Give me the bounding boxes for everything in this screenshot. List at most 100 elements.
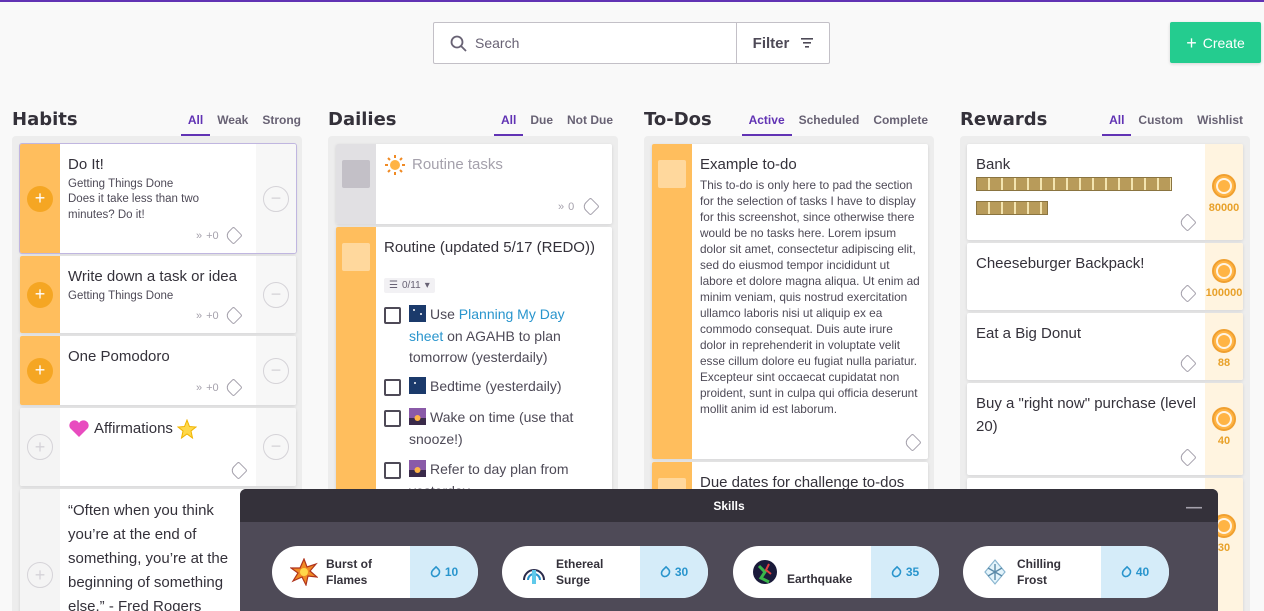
reward-card[interactable]: Eat a Big Donut 88 [967, 313, 1243, 380]
skill-cost: 30 [674, 565, 689, 579]
ethereal-surge-icon [523, 569, 545, 584]
fast-forward-icon: » [196, 309, 203, 322]
habit-plus-button[interactable]: + [27, 186, 53, 212]
habit-minus-button[interactable]: − [263, 186, 289, 212]
reward-title: Eat a Big Donut [976, 325, 1082, 342]
reward-card[interactable]: Bank 80000 [967, 144, 1243, 240]
habit-minus-button[interactable]: − [263, 358, 289, 384]
reward-card[interactable]: Buy a "right now" purchase (level 20) 40 [967, 383, 1243, 475]
habit-card[interactable]: + One Pomodoro » +0 − [20, 336, 296, 405]
skill-burst-of-flames[interactable]: Burst of Flames 10 [272, 546, 478, 598]
checklist-checkbox[interactable] [384, 462, 401, 479]
skill-name: Burst of Flames [326, 556, 372, 587]
reward-price[interactable]: 40 [1205, 383, 1243, 475]
habit-card[interactable]: + Write down a task or idea Getting Thin… [20, 256, 296, 333]
search-input[interactable]: Search [434, 23, 737, 63]
todo-checkbox[interactable] [658, 160, 686, 188]
habits-column: Habits All Weak Strong + Do It! Getting … [12, 100, 302, 611]
checklist-text: Bedtime (yesterdaily) [430, 378, 562, 394]
filter-label: Filter [752, 34, 790, 52]
dailies-tab-not-due[interactable]: Not Due [560, 113, 620, 136]
gold-coin-icon [1212, 259, 1236, 283]
habit-title: Do It! [68, 156, 104, 173]
todos-tab-active[interactable]: Active [741, 113, 792, 136]
checklist-item[interactable]: Use Planning My Day sheet on AGAHB to pl… [384, 304, 604, 369]
habits-tab-weak[interactable]: Weak [210, 113, 255, 136]
habit-title: Affirmations [94, 420, 173, 437]
skill-ethereal-surge[interactable]: Ethereal Surge 30 [502, 546, 708, 598]
rewards-tab-wishlist[interactable]: Wishlist [1190, 113, 1250, 136]
habit-title: Write down a task or idea [68, 268, 237, 285]
todos-title: To-Dos [644, 109, 712, 130]
tag-icon [223, 378, 243, 397]
habit-minus-button[interactable]: − [263, 282, 289, 308]
search-bar: Search Filter [433, 22, 830, 64]
tag-icon [223, 226, 243, 245]
skills-drawer-header[interactable]: Skills — [240, 489, 1218, 522]
fast-forward-icon: » [558, 200, 565, 213]
daily-title: Routine (updated 5/17 (REDO)) [384, 239, 595, 256]
skill-earthquake[interactable]: Earthquake 35 [733, 546, 939, 598]
checklist-checkbox[interactable] [384, 410, 401, 427]
habit-plus-button[interactable]: + [27, 358, 53, 384]
plus-icon: + [1186, 32, 1197, 53]
reward-price[interactable]: 88 [1205, 313, 1243, 380]
habit-notes: Getting Things Done [68, 177, 174, 190]
dailies-column: Dailies All Due Not Due Routine tasks » 0… [328, 100, 620, 611]
checklist-text: Wake on time (use that snooze!) [409, 409, 574, 447]
daily-card[interactable]: Routine tasks » 0 [336, 144, 612, 224]
gold-coin-icon [1212, 329, 1236, 353]
rewards-tab-custom[interactable]: Custom [1131, 113, 1190, 136]
habits-tab-all[interactable]: All [180, 113, 211, 136]
fast-forward-icon: » [196, 381, 203, 394]
checklist-item[interactable]: Wake on time (use that snooze!) [384, 407, 604, 450]
reward-price[interactable]: 80000 [1205, 144, 1243, 240]
reward-price-value: 88 [1217, 357, 1231, 369]
habit-plus-button[interactable]: + [27, 282, 53, 308]
todos-tab-complete[interactable]: Complete [866, 113, 935, 136]
reward-price[interactable]: 100000 [1205, 243, 1243, 310]
filter-button[interactable]: Filter [737, 23, 829, 63]
skill-cost: 40 [1135, 565, 1150, 579]
checklist-toggle[interactable]: ☰ 0/11 ▾ [384, 278, 435, 293]
chilling-frost-icon [984, 559, 1006, 585]
habit-notes: Does it take less than two minutes? Do i… [68, 193, 200, 221]
bank-coins-icon [976, 176, 1172, 191]
habit-plus-button[interactable]: + [27, 434, 53, 460]
dailies-tab-due[interactable]: Due [523, 113, 560, 136]
todo-card[interactable]: Example to-do This to-do is only here to… [652, 144, 928, 459]
habits-title: Habits [12, 109, 78, 130]
minimize-icon[interactable]: — [1186, 499, 1202, 517]
habit-card[interactable]: + Affirmations − [20, 408, 296, 486]
create-button[interactable]: + Create [1170, 22, 1261, 63]
habit-card[interactable]: + Do It! Getting Things Done Does it tak… [19, 143, 297, 254]
filter-icon [801, 38, 814, 48]
reward-card[interactable]: Cheeseburger Backpack! 100000 [967, 243, 1243, 310]
fast-forward-icon: » [196, 229, 203, 242]
night-sky-icon [409, 305, 426, 322]
checklist-checkbox[interactable] [384, 379, 401, 396]
habit-minus-button[interactable]: − [263, 434, 289, 460]
mana-drop-icon [428, 565, 443, 579]
daily-checkbox[interactable] [342, 243, 370, 271]
todos-column: To-Dos Active Scheduled Complete Example… [644, 100, 935, 611]
skill-name: Chilling Frost [1017, 556, 1061, 587]
habit-title: “Often when you think you’re at the end … [68, 502, 229, 611]
checklist-item[interactable]: Bedtime (yesterdaily) [384, 376, 562, 398]
rewards-tab-all[interactable]: All [1102, 113, 1132, 136]
caret-down-icon: ▾ [424, 280, 430, 291]
search-placeholder: Search [475, 35, 520, 51]
todos-tab-scheduled[interactable]: Scheduled [792, 113, 867, 136]
dailies-tab-all[interactable]: All [493, 113, 524, 136]
reward-price-value: 100000 [1205, 287, 1243, 299]
habits-tab-strong[interactable]: Strong [255, 113, 308, 136]
habit-plus-button[interactable]: + [27, 562, 53, 588]
skill-chilling-frost[interactable]: Chilling Frost 40 [963, 546, 1169, 598]
checklist-checkbox[interactable] [384, 307, 401, 324]
reward-price-value: 80000 [1208, 202, 1240, 214]
heart-sparkle-icon [69, 420, 89, 438]
reward-title: Buy a "right now" purchase (level 20) [976, 395, 1196, 435]
daily-streak: 0 [568, 200, 575, 213]
daily-checkbox[interactable] [342, 160, 370, 188]
gold-coin-icon [1212, 407, 1236, 431]
